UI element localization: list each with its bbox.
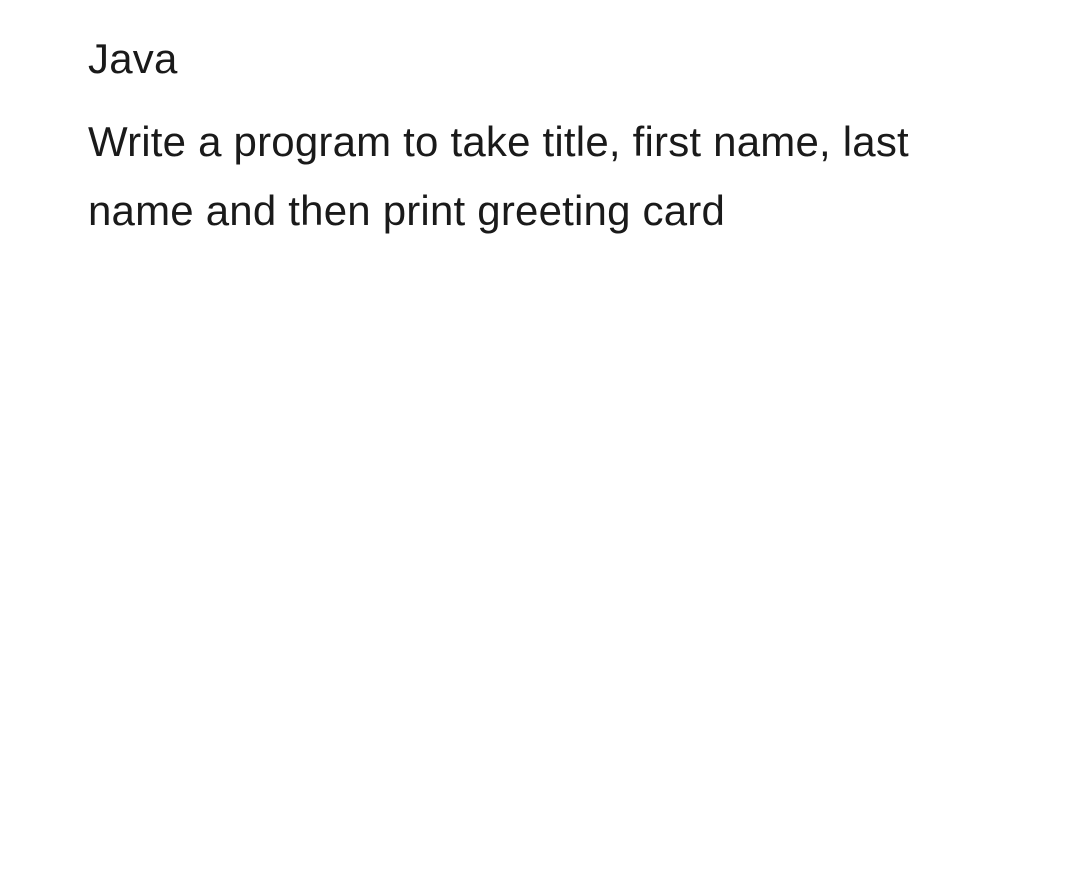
body-text: Write a program to take title, first nam… [88,107,992,246]
document-content: Java Write a program to take title, firs… [88,30,992,245]
heading-text: Java [88,30,992,89]
